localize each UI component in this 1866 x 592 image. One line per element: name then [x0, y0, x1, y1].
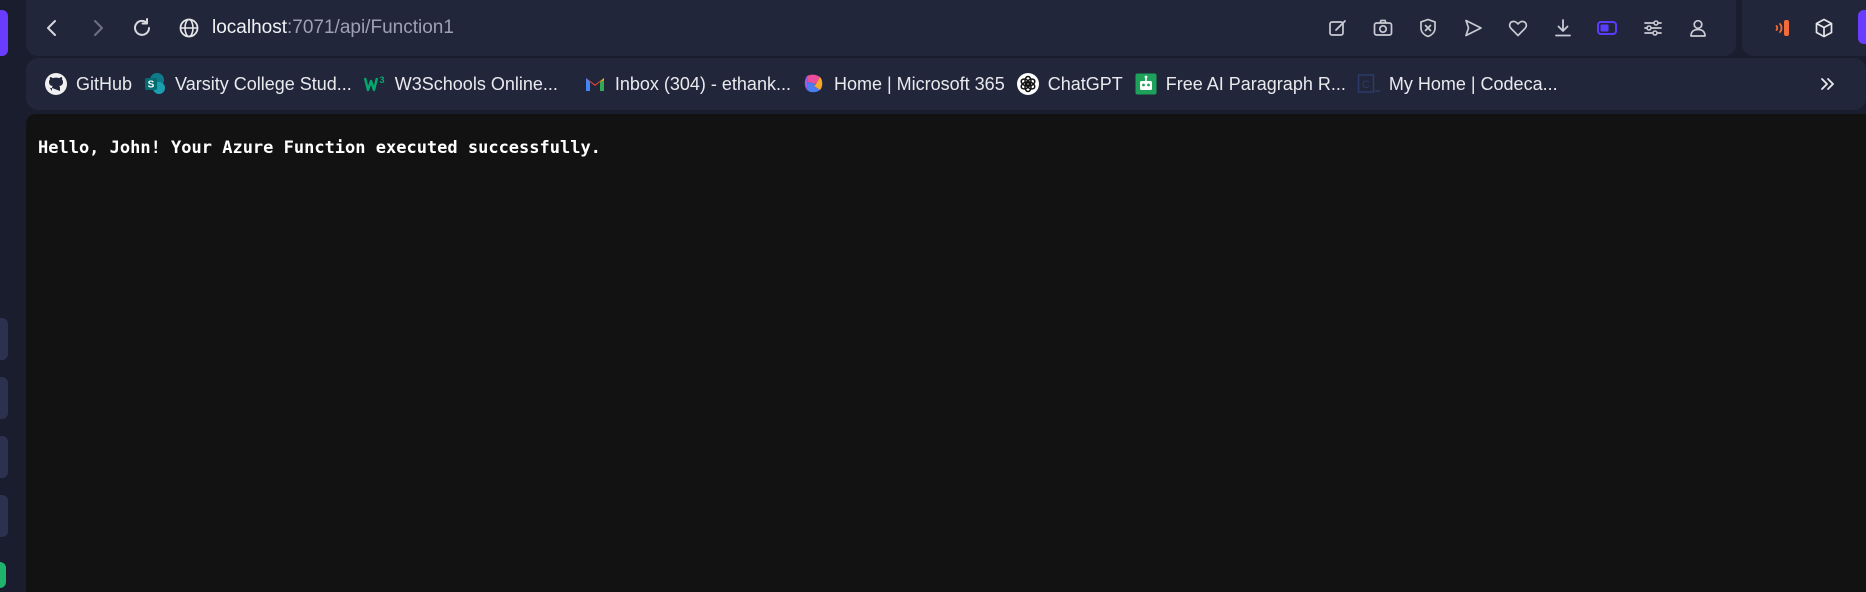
bookmark-free-ai-paragraph[interactable]: Free AI Paragraph R...	[1132, 66, 1355, 102]
forward-icon[interactable]	[76, 6, 120, 50]
sidebar-app-icon[interactable]	[0, 562, 6, 588]
url-host: localhost	[212, 17, 287, 38]
page-content: Hello, John! Your Azure Function execute…	[26, 114, 1866, 592]
sidebar-tab[interactable]	[0, 377, 8, 419]
chatgpt-icon	[1016, 72, 1040, 96]
bookmarks-bar: GitHub S Varsity College Stud... 3 W3Sch…	[26, 58, 1866, 110]
svg-text:C: C	[1362, 79, 1370, 91]
w3schools-icon: 3	[363, 72, 387, 96]
bookmark-github[interactable]: GitHub	[42, 66, 141, 102]
bookmark-chatgpt[interactable]: ChatGPT	[1014, 66, 1132, 102]
address-bar[interactable]: localhost:7071/api/Function1	[178, 17, 454, 39]
left-sidebar-rail	[0, 0, 26, 592]
profile-icon[interactable]	[1675, 6, 1720, 50]
github-icon	[44, 72, 68, 96]
battery-icon[interactable]	[1585, 6, 1630, 50]
camera-icon[interactable]	[1360, 6, 1405, 50]
bookmark-label: W3Schools Online...	[394, 73, 558, 94]
bookmark-label: Free AI Paragraph R...	[1165, 73, 1346, 94]
codecademy-icon: C	[1357, 72, 1381, 96]
bookmark-gmail[interactable]: Inbox (304) - ethank...	[581, 66, 800, 102]
shield-icon[interactable]	[1405, 6, 1450, 50]
response-text: Hello, John! Your Azure Function execute…	[38, 138, 601, 158]
sidebar-tab[interactable]	[0, 436, 8, 478]
extension-accent	[1858, 10, 1866, 44]
bookmark-label: My Home | Codeca...	[1388, 73, 1558, 94]
back-icon[interactable]	[30, 6, 74, 50]
extensions-panel	[1742, 0, 1866, 56]
svg-text:3: 3	[379, 75, 384, 85]
url-path: :7071/api/Function1	[287, 17, 454, 38]
bookmark-varsity-college[interactable]: S Varsity College Stud...	[141, 66, 361, 102]
bookmark-label: Home | Microsoft 365	[833, 73, 1005, 94]
send-icon[interactable]	[1450, 6, 1495, 50]
robot-icon	[1134, 72, 1158, 96]
sharepoint-icon: S	[143, 72, 167, 96]
reload-icon[interactable]	[120, 6, 164, 50]
bookmark-label: ChatGPT	[1047, 73, 1123, 94]
site-info-icon[interactable]	[178, 17, 200, 39]
active-workspace-indicator[interactable]	[0, 10, 8, 56]
sidebar-tab[interactable]	[0, 318, 8, 360]
bookmark-label: GitHub	[76, 73, 133, 94]
bookmark-label: Varsity College Stud...	[175, 73, 352, 94]
bookmarks-overflow-icon[interactable]	[1814, 70, 1842, 98]
svg-text:S: S	[148, 80, 155, 91]
edit-icon[interactable]	[1315, 6, 1360, 50]
sidebar-tab[interactable]	[0, 495, 8, 537]
gmail-icon	[583, 72, 607, 96]
audio-extension-icon[interactable]	[1762, 6, 1802, 50]
browser-toolbar: localhost:7071/api/Function1	[26, 0, 1736, 56]
url-text[interactable]: localhost:7071/api/Function1	[212, 17, 454, 39]
bookmark-w3schools[interactable]: 3 W3Schools Online...	[361, 66, 567, 102]
cube-icon[interactable]	[1802, 6, 1846, 50]
download-icon[interactable]	[1540, 6, 1585, 50]
bookmark-codecademy[interactable]: C My Home | Codeca...	[1355, 66, 1567, 102]
bookmark-label: Inbox (304) - ethank...	[614, 73, 791, 94]
settings-sliders-icon[interactable]	[1630, 6, 1675, 50]
heart-icon[interactable]	[1495, 6, 1540, 50]
microsoft365-icon	[802, 72, 826, 96]
bookmark-microsoft365[interactable]: Home | Microsoft 365	[800, 66, 1014, 102]
